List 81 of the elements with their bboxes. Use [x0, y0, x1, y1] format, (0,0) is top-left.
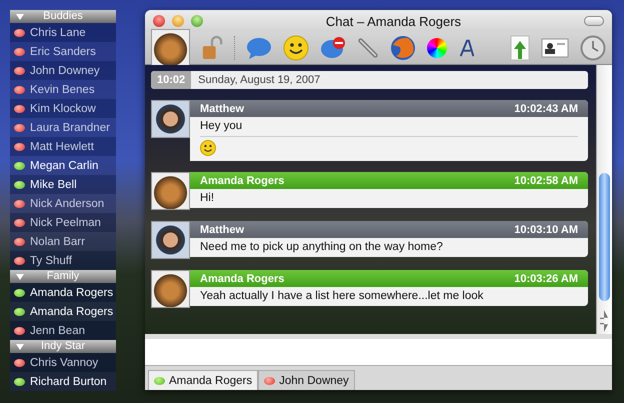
- message-text: Need me to pick up anything on the way home?: [199, 240, 444, 255]
- buddy-item[interactable]: Megan Carlin: [10, 156, 116, 175]
- buddy-name: Matt Hewlett: [30, 140, 94, 152]
- color-wheel-icon[interactable]: [427, 38, 447, 58]
- message-time: 10:03:26 AM: [514, 272, 578, 284]
- message-text: Yeah actually I have a list here somewhere...let me look: [199, 289, 484, 304]
- message-time: 10:02:43 AM: [514, 102, 578, 114]
- user-avatar-icon: [151, 100, 190, 138]
- buddy-item[interactable]: Chris Vannoy: [10, 353, 116, 372]
- buddy-item[interactable]: Mike Bell: [10, 175, 116, 194]
- buddy-name: Richard Burton: [30, 376, 107, 388]
- sender-name: Matthew: [200, 102, 244, 114]
- buddy-name: Nick Anderson: [30, 198, 104, 210]
- buddy-name: Jenn Bean: [30, 324, 85, 336]
- buddy-name: Nick Peelman: [30, 216, 101, 228]
- tab-label: Amanda Rogers: [169, 374, 252, 386]
- buddy-item[interactable]: Nick Anderson: [10, 194, 116, 213]
- buddy-name: Ty Shuff: [30, 254, 72, 266]
- message-time: 10:03:10 AM: [514, 224, 578, 236]
- close-button[interactable]: [153, 15, 165, 27]
- buddy-name: Mike Bell: [30, 178, 77, 190]
- smiley-icon: [200, 140, 216, 156]
- buddy-item[interactable]: Kevin Benes: [10, 80, 116, 99]
- buddy-item[interactable]: Chris Lane: [10, 23, 116, 42]
- disclosure-triangle-icon: [16, 343, 24, 351]
- toolbar-toggle-button[interactable]: [584, 16, 604, 26]
- buddy-item[interactable]: Richard Burton: [10, 372, 116, 391]
- disclosure-triangle-icon: [16, 13, 24, 21]
- buddy-item[interactable]: Ty Shuff: [10, 251, 116, 270]
- message-input-field[interactable]: [145, 334, 612, 366]
- buddy-item[interactable]: Nolan Barr: [10, 232, 116, 251]
- upload-document-icon[interactable]: [510, 35, 530, 61]
- block-bubble-icon[interactable]: [320, 36, 346, 60]
- smiley-icon[interactable]: [283, 35, 309, 61]
- clock-icon[interactable]: [580, 35, 606, 61]
- group-name: Indy Star: [40, 340, 86, 353]
- buddy-item[interactable]: Jenn Bean: [10, 321, 116, 340]
- buddy-name: Chris Vannoy: [30, 356, 98, 368]
- scroll-bar[interactable]: [596, 65, 612, 334]
- sender-name: Amanda Rogers: [200, 174, 284, 186]
- user-avatar-icon: [151, 221, 190, 259]
- buddy-item[interactable]: John Downey: [10, 61, 116, 80]
- buddy-name: Nolan Barr: [30, 236, 85, 248]
- buddy-item[interactable]: Kim Klockow: [10, 99, 116, 118]
- date-bar-time: 10:02: [151, 71, 192, 89]
- disclosure-triangle-icon: [16, 273, 24, 281]
- font-icon[interactable]: [458, 38, 476, 58]
- sender-name: Amanda Rogers: [200, 272, 284, 284]
- buddy-name: Kim Klockow: [30, 102, 96, 114]
- sender-name: Matthew: [200, 224, 244, 236]
- group-name: Family: [46, 270, 80, 283]
- window-title: Chat – Amanda Rogers: [324, 14, 462, 28]
- message-text: Hi!: [199, 191, 216, 206]
- buddy-item[interactable]: Matt Hewlett: [10, 137, 116, 156]
- message-text: Hey you: [199, 119, 244, 134]
- chat-tab[interactable]: John Downey: [258, 370, 355, 390]
- speech-bubble-icon[interactable]: [246, 36, 272, 60]
- buddy-name: Megan Carlin: [30, 160, 98, 172]
- date-bar-date: Sunday, August 19, 2007: [197, 73, 320, 88]
- buddy-name: Kevin Benes: [30, 84, 95, 96]
- buddy-item[interactable]: Amanda Rogers: [10, 283, 116, 302]
- padlock-icon[interactable]: [201, 35, 223, 61]
- zoom-button[interactable]: [191, 15, 203, 27]
- buddy-name: John Downey: [30, 64, 100, 76]
- buddy-item[interactable]: Amanda Rogers: [10, 302, 116, 321]
- scroll-thumb[interactable]: [599, 173, 610, 301]
- buddy-item[interactable]: Eric Sanders: [10, 42, 116, 61]
- tab-label: John Downey: [279, 374, 349, 386]
- buddy-name: Amanda Rogers: [30, 286, 114, 298]
- buddy-name: Laura Brandner: [30, 122, 110, 134]
- buddy-name: Chris Lane: [30, 26, 86, 38]
- buddy-name: Eric Sanders: [30, 46, 96, 58]
- buddy-name: Amanda Rogers: [30, 306, 114, 318]
- contact-card-icon[interactable]: [541, 37, 569, 59]
- group-name: Buddies: [43, 10, 83, 23]
- chat-tab[interactable]: Amanda Rogers: [148, 370, 258, 390]
- message-time: 10:02:58 AM: [514, 174, 578, 186]
- buddy-item[interactable]: Nick Peelman: [10, 213, 116, 232]
- buddy-item[interactable]: Laura Brandner: [10, 118, 116, 137]
- scroll-arrows-icon[interactable]: [600, 310, 608, 332]
- minimize-button[interactable]: [172, 15, 184, 27]
